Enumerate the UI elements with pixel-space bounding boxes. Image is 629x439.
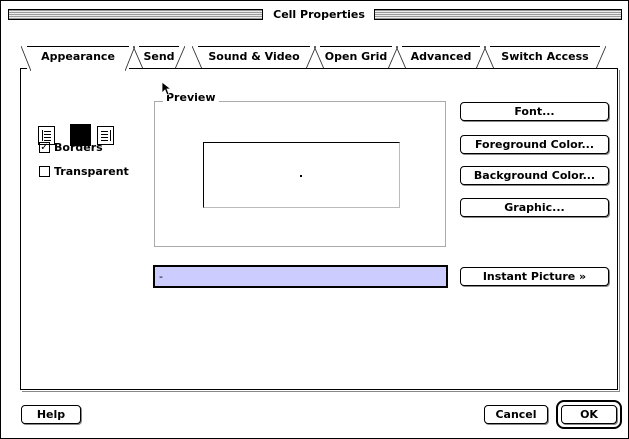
transparent-checkbox[interactable]: [39, 165, 50, 177]
graphic-button[interactable]: Graphic...: [460, 198, 609, 217]
window-title: Cell Properties: [273, 8, 365, 21]
borders-checkbox-row[interactable]: ✓ Borders: [39, 140, 103, 154]
tab-open-grid[interactable]: Open Grid: [314, 46, 398, 69]
tab-sound-video[interactable]: Sound & Video: [192, 46, 316, 69]
tab-send[interactable]: Send: [133, 46, 185, 69]
title-bar-stripes-right: [374, 9, 622, 20]
tab-appearance[interactable]: Appearance: [21, 46, 135, 71]
borders-checkbox[interactable]: ✓: [39, 141, 50, 153]
preview-cell-content: [300, 175, 302, 177]
align-right-icon: [110, 130, 111, 141]
title-bar-stripes-left: [8, 9, 263, 20]
borders-label: Borders: [54, 140, 103, 154]
tab-switch-access[interactable]: Switch Access: [484, 46, 606, 69]
cancel-button[interactable]: Cancel: [484, 405, 548, 424]
transparent-label: Transparent: [54, 164, 129, 178]
foreground-color-button[interactable]: Foreground Color...: [460, 135, 609, 154]
ok-button[interactable]: OK: [561, 405, 617, 424]
cell-properties-dialog: Cell Properties Appearance Send Sound & …: [0, 0, 629, 439]
tab-advanced[interactable]: Advanced: [396, 46, 486, 69]
font-button[interactable]: Font...: [460, 102, 609, 121]
mouse-pointer-icon: [161, 81, 173, 96]
background-color-button[interactable]: Background Color...: [460, 166, 609, 185]
title-bar[interactable]: Cell Properties: [2, 5, 627, 24]
cell-name-input[interactable]: [153, 265, 448, 288]
help-button[interactable]: Help: [21, 405, 81, 424]
transparent-checkbox-row[interactable]: Transparent: [39, 164, 129, 178]
instant-picture-button[interactable]: Instant Picture »: [460, 267, 609, 286]
